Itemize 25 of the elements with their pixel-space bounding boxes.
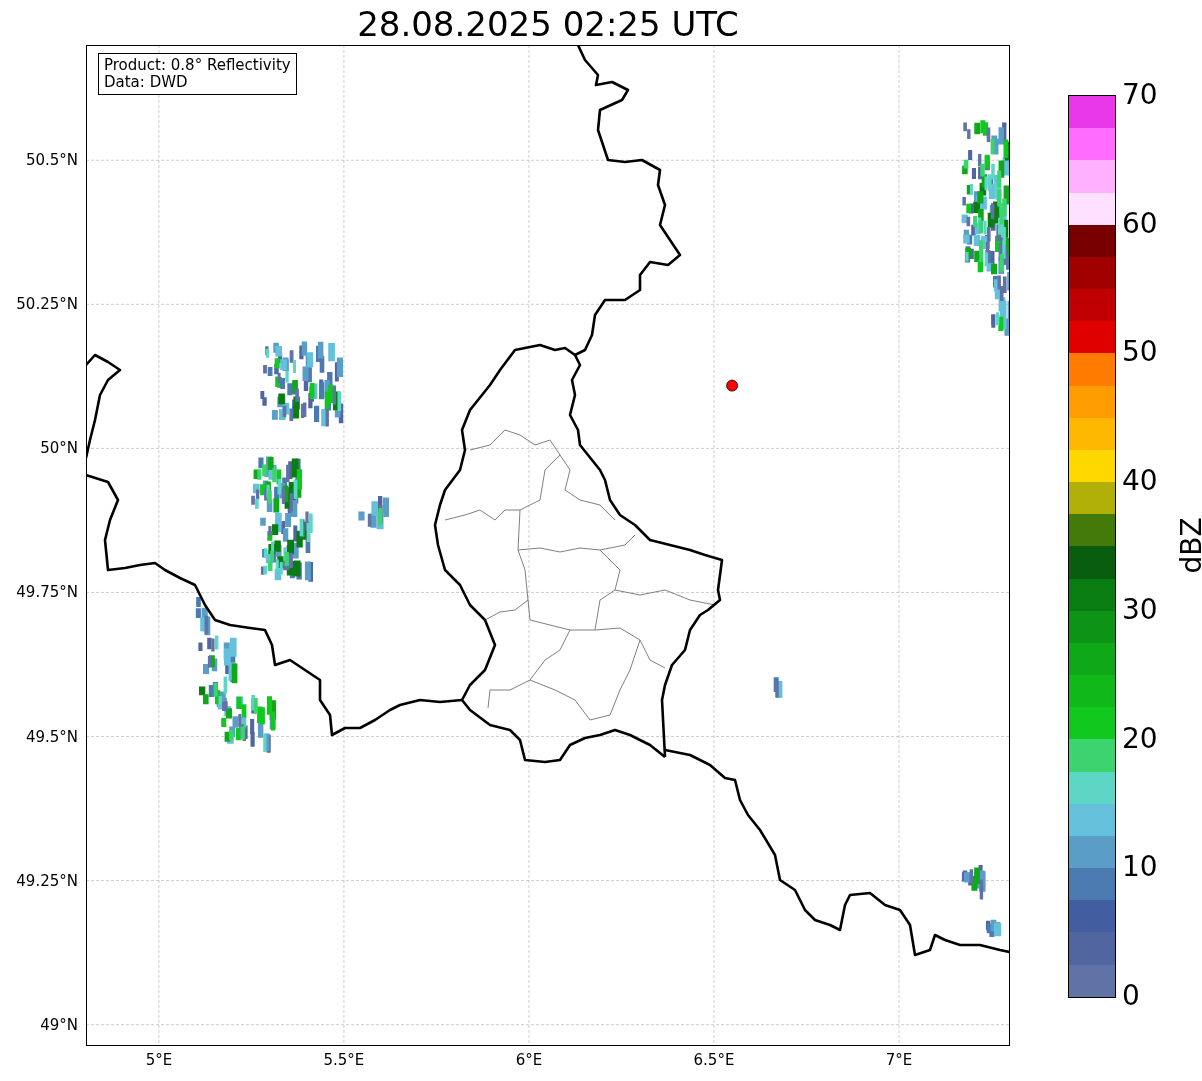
map-title: 28.08.2025 02:25 UTC [356, 2, 740, 44]
longitude-label: 5.5°E [323, 1051, 365, 1069]
info-text: Data: DWD [104, 74, 189, 91]
colorbar-tick-label: 50 [1122, 335, 1158, 370]
info-text: Product: 0.8° Reflectivity [104, 57, 291, 74]
latitude-label: 49.5°N [25, 726, 78, 747]
longitude-label: 6°E [515, 1051, 543, 1069]
longitude-label: 5°E [145, 1051, 173, 1069]
colorbar-tick-label: 30 [1122, 592, 1158, 627]
latitude-label: 49.25°N [16, 870, 78, 891]
colorbar-label: dBZ [1174, 517, 1202, 574]
latitude-label: 49.75°N [16, 582, 78, 603]
colorbar-tick-label: 60 [1122, 206, 1158, 241]
location-marker [726, 379, 738, 392]
colorbar-tick-label: 20 [1122, 721, 1158, 756]
latitude-label: 50.5°N [25, 150, 78, 171]
longitude-label: 7°E [885, 1051, 913, 1069]
colorbar-tick-label: 0 [1122, 979, 1140, 1013]
latitude-label: 50°N [40, 438, 78, 459]
colorbar-tick-label: 70 [1122, 78, 1158, 112]
latitude-label: 49°N [40, 1014, 78, 1035]
latitude-label: 50.25°N [16, 294, 78, 315]
colorbar-tick-label: 10 [1122, 850, 1158, 885]
colorbar-tick-label: 40 [1122, 464, 1158, 499]
longitude-label: 6.5°E [693, 1051, 735, 1069]
